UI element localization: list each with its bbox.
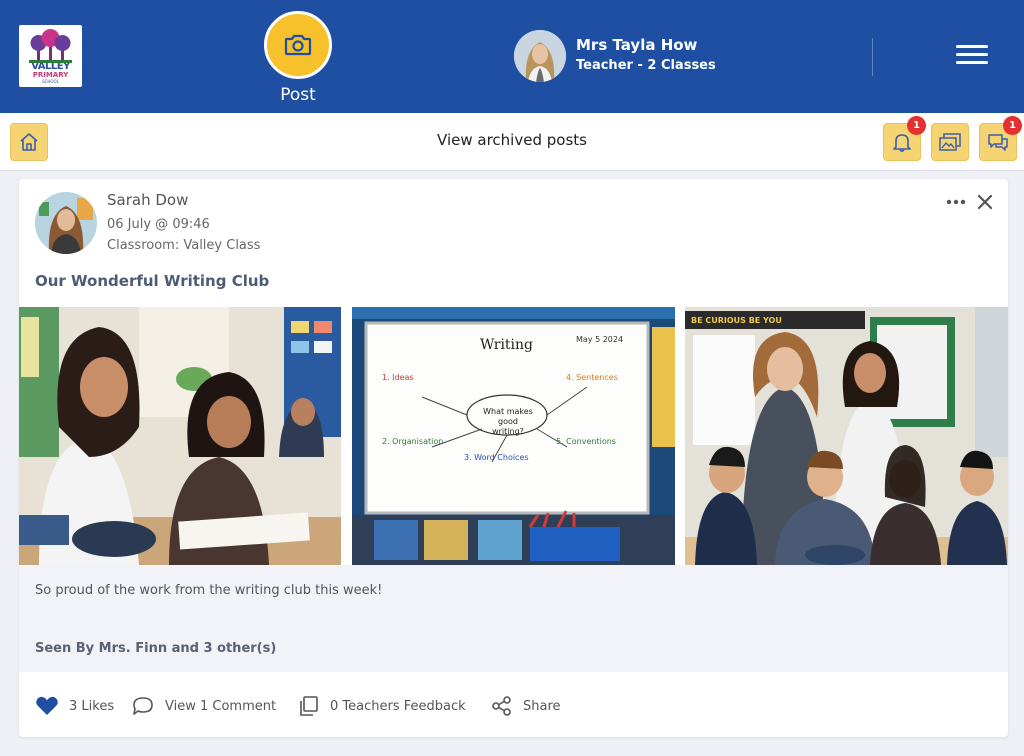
header-divider — [872, 38, 873, 76]
seen-by[interactable]: Seen By Mrs. Finn and 3 other(s) — [35, 641, 276, 656]
menu-icon[interactable] — [956, 45, 988, 67]
teachers-feedback-button[interactable]: 0 Teachers Feedback — [296, 693, 466, 719]
gallery-button[interactable] — [931, 123, 969, 161]
post-photo-1[interactable] — [19, 307, 341, 565]
post-button[interactable] — [264, 11, 332, 79]
classroom-banner: BE CURIOUS BE YOU — [691, 316, 782, 325]
share-icon — [492, 696, 511, 716]
comments-label: View 1 Comment — [165, 698, 277, 714]
likes-count: 3 Likes — [69, 698, 115, 714]
camera-icon — [284, 34, 312, 56]
whiteboard-organisation: 2. Organisation — [382, 437, 444, 446]
tree-logo-icon — [29, 29, 72, 63]
post-author[interactable]: Sarah Dow — [107, 191, 188, 209]
school-logo[interactable]: VALLEY PRIMARY SCHOOL — [19, 25, 82, 87]
post-body: So proud of the work from the writing cl… — [35, 583, 383, 598]
notifications-button[interactable]: 1 — [883, 116, 926, 161]
comment-icon — [133, 697, 153, 715]
post-title: Our Wonderful Writing Club — [35, 272, 270, 290]
feedback-label: 0 Teachers Feedback — [330, 698, 466, 714]
view-comments-button[interactable]: View 1 Comment — [131, 693, 276, 719]
view-archived-posts-link[interactable]: View archived posts — [0, 131, 1024, 149]
user-role: Teacher - 2 Classes — [576, 58, 716, 73]
whiteboard-ideas: 1. Ideas — [382, 373, 414, 382]
gallery-icon — [939, 133, 961, 151]
messages-badge: 1 — [1003, 116, 1022, 135]
copy-icon — [300, 696, 318, 716]
user-avatar[interactable] — [514, 30, 566, 82]
notifications-badge: 1 — [907, 116, 926, 135]
more-options-button[interactable] — [945, 191, 967, 213]
like-button[interactable]: 3 Likes — [35, 693, 114, 719]
user-name: Mrs Tayla How — [576, 36, 698, 54]
whiteboard-sentences: 4. Sentences — [566, 373, 618, 382]
share-button[interactable]: Share — [491, 693, 561, 719]
whiteboard-conventions: 5. Conventions — [556, 437, 616, 446]
post-classroom: Classroom: Valley Class — [107, 238, 261, 253]
whiteboard-center: What makes good writing? — [483, 407, 533, 436]
logo-line-2: PRIMARY — [32, 71, 69, 79]
post-card: Sarah Dow 06 July @ 09:46 Classroom: Val… — [19, 179, 1008, 737]
whiteboard-word-choices: 3. Word Choices — [464, 453, 529, 462]
more-icon — [946, 199, 966, 205]
author-avatar[interactable] — [35, 192, 97, 254]
close-icon — [977, 194, 993, 210]
whiteboard-date: May 5 2024 — [576, 335, 624, 344]
share-label: Share — [523, 698, 561, 714]
post-date: 06 July @ 09:46 — [107, 217, 210, 232]
close-post-button[interactable] — [974, 191, 996, 213]
logo-line-3: SCHOOL — [42, 79, 59, 84]
chat-icon — [988, 134, 1008, 151]
messages-button[interactable]: 1 — [979, 116, 1022, 161]
post-photo-2[interactable]: Writing May 5 2024 What makes good writi… — [352, 307, 675, 565]
post-label[interactable]: Post — [264, 85, 332, 105]
post-photo-3[interactable]: BE CURIOUS BE YOU — [685, 307, 1008, 565]
top-bar — [0, 0, 1024, 113]
whiteboard-heading: Writing — [480, 337, 534, 353]
heart-icon — [36, 696, 58, 715]
bell-icon — [893, 134, 911, 152]
